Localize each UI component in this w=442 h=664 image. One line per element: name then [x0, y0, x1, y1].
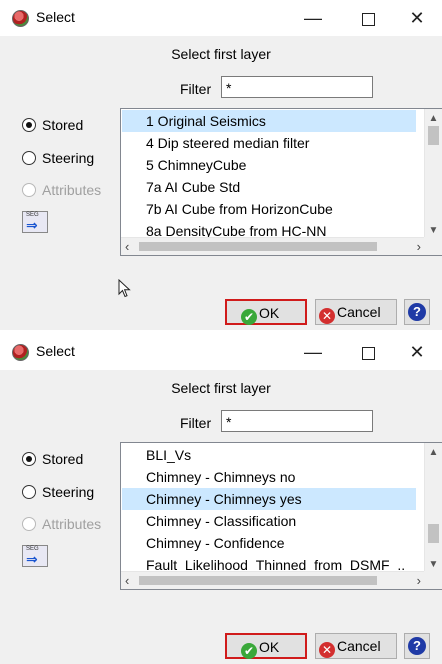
radio-dot — [22, 183, 36, 197]
seg-arrow-icon: ⇒ — [26, 551, 38, 567]
ok-button[interactable]: ✔ OK — [225, 299, 307, 325]
scroll-left-icon[interactable]: ‹ — [125, 239, 129, 254]
vertical-scroll-thumb[interactable] — [428, 126, 439, 145]
vertical-scrollbar[interactable]: ▲ ▼ — [424, 109, 442, 238]
window-title: Select — [36, 9, 75, 25]
radio-label: Attributes — [42, 182, 102, 198]
horizontal-scroll-thumb[interactable] — [139, 242, 377, 251]
radio-dot — [22, 485, 36, 499]
scroll-corner — [424, 571, 442, 589]
radio-steering[interactable]: Steering — [22, 484, 94, 504]
title-bar: Select — ✕ — [0, 0, 442, 36]
radio-label: Steering — [42, 150, 95, 166]
scroll-up-icon[interactable]: ▲ — [425, 113, 442, 124]
app-icon — [12, 10, 29, 27]
list-item[interactable]: 5 ChimneyCube — [122, 154, 416, 176]
horizontal-scrollbar[interactable]: ‹ › — [121, 571, 425, 589]
list-item[interactable]: BLI_Vs — [122, 444, 416, 466]
maximize-button[interactable] — [345, 2, 391, 34]
list-item[interactable]: Chimney - Classification — [122, 510, 416, 532]
cancel-x-icon: ✕ — [319, 308, 335, 324]
radio-attributes: Attributes — [22, 516, 101, 536]
scroll-left-icon[interactable]: ‹ — [125, 573, 129, 588]
maximize-button[interactable] — [345, 336, 391, 368]
horizontal-scroll-thumb[interactable] — [139, 576, 377, 585]
filter-input[interactable]: * — [221, 76, 373, 98]
dialog-heading: Select first layer — [171, 380, 271, 396]
ok-label: OK — [259, 305, 280, 321]
ok-label: OK — [259, 639, 280, 655]
filter-label: Filter — [180, 415, 212, 431]
minimize-button[interactable]: — — [290, 2, 336, 34]
radio-dot — [22, 452, 36, 466]
vertical-scrollbar[interactable]: ▲ ▼ — [424, 443, 442, 572]
horizontal-scrollbar[interactable]: ‹ › — [121, 237, 425, 255]
select-dialog-2: Select — ✕ Select first layer Filter * S… — [0, 334, 442, 664]
help-icon: ? — [408, 637, 426, 655]
title-bar: Select — ✕ — [0, 334, 442, 370]
cancel-button[interactable]: ✕ Cancel — [315, 299, 397, 325]
radio-dot — [22, 517, 36, 531]
radio-label: Stored — [42, 451, 84, 467]
scroll-right-icon[interactable]: › — [417, 239, 421, 254]
window-title: Select — [36, 343, 75, 359]
list-item[interactable]: 1 Original Seismics — [122, 110, 416, 132]
radio-stored[interactable]: Stored — [22, 117, 83, 137]
list-item[interactable]: Chimney - Confidence — [122, 532, 416, 554]
ok-check-icon: ✔ — [241, 643, 257, 659]
cancel-label: Cancel — [337, 304, 381, 320]
list-items: BLI_Vs Chimney - Chimneys no Chimney - Chi… — [122, 444, 416, 576]
list-item[interactable]: Chimney - Chimneys no — [122, 466, 416, 488]
scroll-down-icon[interactable]: ▼ — [425, 559, 442, 570]
radio-dot — [22, 118, 36, 132]
seg-arrow-icon: ⇒ — [26, 217, 38, 233]
list-item[interactable]: 7a AI Cube Std — [122, 176, 416, 198]
cancel-button[interactable]: ✕ Cancel — [315, 633, 397, 659]
list-items: 1 Original Seismics 4 Dip steered median … — [122, 110, 416, 242]
list-item[interactable]: 4 Dip steered median filter — [122, 132, 416, 154]
radio-steering[interactable]: Steering — [22, 150, 94, 170]
close-button[interactable]: ✕ — [394, 336, 440, 368]
help-icon: ? — [408, 303, 426, 321]
help-button[interactable]: ? — [404, 633, 430, 659]
scroll-corner — [424, 237, 442, 255]
select-dialog-1: Select — ✕ Select first layer Filter * S… — [0, 0, 442, 330]
radio-label: Stored — [42, 117, 84, 133]
close-button[interactable]: ✕ — [394, 2, 440, 34]
cancel-x-icon: ✕ — [319, 642, 335, 658]
radio-dot — [22, 151, 36, 165]
ok-button[interactable]: ✔ OK — [225, 633, 307, 659]
radio-attributes: Attributes — [22, 182, 101, 202]
radio-stored[interactable]: Stored — [22, 451, 83, 471]
list-item[interactable]: Chimney - Chimneys yes — [122, 488, 416, 510]
scroll-down-icon[interactable]: ▼ — [425, 225, 442, 236]
seg-icon-button[interactable]: SEG ⇒ — [22, 211, 48, 233]
mouse-cursor-icon — [118, 279, 131, 298]
scroll-up-icon[interactable]: ▲ — [425, 447, 442, 458]
seg-icon-button[interactable]: SEG ⇒ — [22, 545, 48, 567]
scroll-right-icon[interactable]: › — [417, 573, 421, 588]
ok-check-icon: ✔ — [241, 309, 257, 325]
app-icon — [12, 344, 29, 361]
radio-label: Attributes — [42, 516, 102, 532]
layer-list[interactable]: BLI_Vs Chimney - Chimneys no Chimney - Chi… — [120, 442, 442, 590]
minimize-button[interactable]: — — [290, 336, 336, 368]
filter-label: Filter — [180, 81, 212, 97]
list-item[interactable]: 7b AI Cube from HorizonCube — [122, 198, 416, 220]
help-button[interactable]: ? — [404, 299, 430, 325]
cancel-label: Cancel — [337, 638, 381, 654]
layer-list[interactable]: 1 Original Seismics 4 Dip steered median … — [120, 108, 442, 256]
vertical-scroll-thumb[interactable] — [428, 523, 439, 543]
dialog-heading: Select first layer — [171, 46, 271, 62]
filter-input[interactable]: * — [221, 410, 373, 432]
radio-label: Steering — [42, 484, 95, 500]
